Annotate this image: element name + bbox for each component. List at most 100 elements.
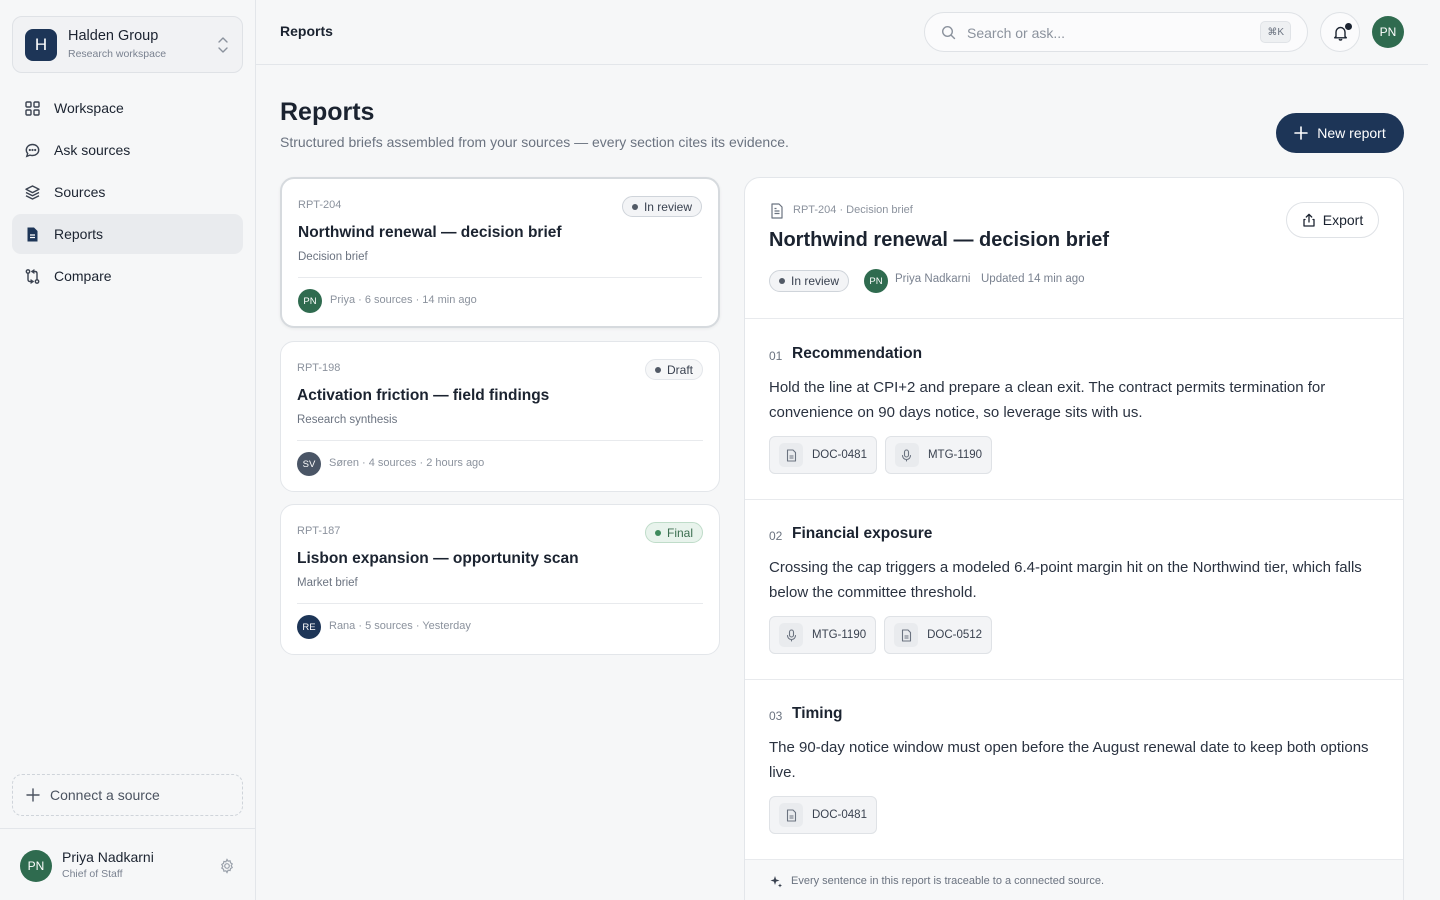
avatar: RE [297,615,321,639]
sidebar-item-label: Compare [54,268,112,284]
sidebar-item-label: Sources [54,184,106,200]
gear-icon[interactable] [219,858,235,874]
report-title: Northwind renewal — decision brief [298,224,562,241]
report-author: Priya Nadkarni [895,273,971,285]
citation-chip[interactable]: MTG-1190 [884,436,993,474]
grid-icon [25,100,40,116]
workspace-name: Halden Group [68,28,159,44]
report-title: Activation friction — field findings [297,387,550,404]
export-button[interactable]: Export [1286,202,1379,238]
sidebar-item-label: Ask sources [54,142,131,158]
divider [297,603,703,604]
report-card[interactable]: RPT-187 Final Lisbon expansion — opportu… [280,504,720,655]
section-title: Recommendation [792,345,923,362]
plus-icon [1294,126,1309,140]
citation-label: DOC-0481 [812,449,867,461]
plus-icon [26,788,40,802]
section-body: Crossing the cap triggers a modeled 6.4-… [769,559,1362,601]
report-id: RPT-198 [297,362,341,374]
divider [298,277,702,278]
citation-chip[interactable]: MTG-1190 [769,616,877,654]
avatar: PN [298,289,322,313]
new-report-button[interactable]: New report [1276,113,1404,153]
section-body: The 90-day notice window must open befor… [769,739,1369,781]
shortcut-hint: ⌘K [1260,21,1291,43]
report-id-line: RPT-204 · Decision brief [793,204,913,216]
report-detail: RPT-204 · Decision brief Northwind renew… [744,177,1404,900]
status-badge: In review [621,196,702,217]
report-type: Decision brief [298,251,368,263]
connect-source-label: Connect a source [50,787,160,803]
status-badge: In review [769,270,850,292]
report-section: 02 Financial exposure Crossing the cap t… [745,499,1403,680]
sidebar-item-ask-sources[interactable]: Ask sources [12,130,243,170]
search-input[interactable] [967,22,1247,44]
avatar: SV [297,452,321,476]
document-icon [901,628,911,642]
share-icon [1303,213,1315,227]
new-report-label: New report [1317,125,1386,141]
sidebar-item-workspace[interactable]: Workspace [12,88,243,128]
page-title: Reports [280,98,375,126]
microphone-icon [902,448,912,462]
avatar[interactable]: PN [1372,16,1404,48]
section-title: Timing [792,705,843,722]
status-badge: Draft [644,359,703,380]
section-number: 01 [769,349,783,363]
export-label: Export [1322,212,1364,228]
sidebar-item-label: Reports [54,226,104,242]
sidebar-item-reports[interactable]: Reports [12,214,243,254]
report-id: RPT-187 [297,525,341,537]
section-title: Financial exposure [792,525,933,542]
report-type: Research synthesis [297,414,398,426]
citation-label: MTG-1190 [812,629,867,641]
report-detail-title: Northwind renewal — decision brief [769,229,1110,251]
report-section: 03 Timing The 90-day notice window must … [745,679,1403,860]
report-meta: Rana · 5 sources · Yesterday [329,620,471,632]
sidebar-item-compare[interactable]: Compare [12,256,243,296]
traceability-note: Every sentence in this report is traceab… [745,859,1403,900]
report-id: RPT-204 [298,199,342,211]
microphone-icon [786,628,796,642]
sidebar-item-label: Workspace [54,100,124,116]
status-label: Final [666,525,693,540]
layers-icon [25,184,40,200]
avatar: PN [864,269,888,293]
sidebar: H Halden Group Research workspace Worksp… [0,0,256,900]
search-box[interactable]: ⌘K [924,12,1308,52]
sidebar-nav: Workspace Ask sources Sources Reports Co… [12,88,243,298]
citation-chip[interactable]: DOC-0481 [769,436,877,474]
citation-label: DOC-0481 [812,809,867,821]
status-dot [631,203,638,210]
document-icon [771,203,783,219]
citation-chip[interactable]: DOC-0481 [769,796,877,834]
report-type: Market brief [297,577,358,589]
section-body: Hold the line at CPI+2 and prepare a cle… [769,379,1326,421]
section-number: 02 [769,529,783,543]
notifications-button[interactable] [1320,12,1360,52]
citation-list: DOC-0481 MTG-1190 [769,436,993,474]
top-bar: Reports ⌘K PN [256,0,1428,65]
workspace-subtitle: Research workspace [68,48,167,60]
report-card[interactable]: RPT-198 Draft Activation friction — fiel… [280,341,720,492]
chat-icon [25,143,40,157]
connect-source-button[interactable]: Connect a source [12,774,243,816]
sidebar-item-sources[interactable]: Sources [12,172,243,212]
status-label: Draft [666,362,693,377]
user-role: Chief of Staff [62,868,123,880]
document-icon [786,808,796,822]
citation-chip[interactable]: DOC-0512 [884,616,993,654]
report-updated: Updated 14 min ago [981,273,1085,285]
user-name: Priya Nadkarni [62,849,154,865]
report-card[interactable]: RPT-204 In review Northwind renewal — de… [280,177,720,328]
status-label: In review [791,274,840,288]
workspace-switcher[interactable]: H Halden Group Research workspace [12,16,243,73]
citation-list: MTG-1190 DOC-0512 [769,616,993,654]
user-profile[interactable]: PN Priya Nadkarni Chief of Staff [0,828,255,900]
sparkle-icon [770,876,782,888]
status-dot [654,366,661,373]
status-badge: Final [644,522,703,543]
breadcrumb: Reports [280,23,333,39]
status-dot [779,278,785,284]
traceability-text: Every sentence in this report is traceab… [791,875,1105,887]
